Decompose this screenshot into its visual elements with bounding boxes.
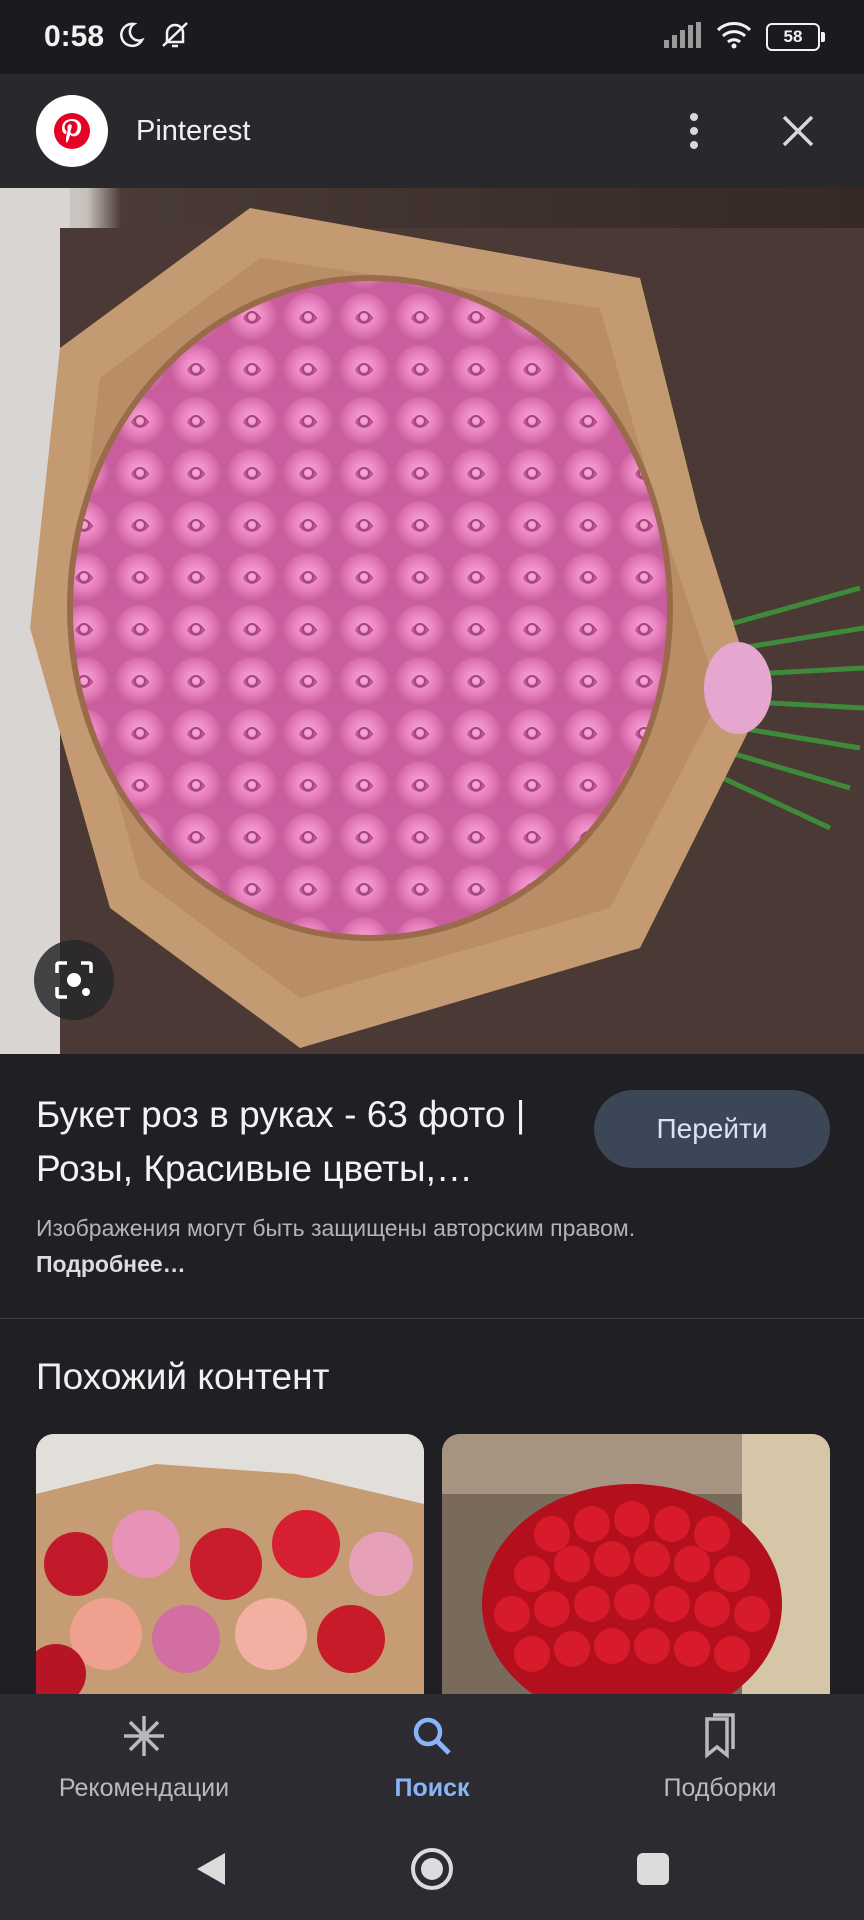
back-icon[interactable]: [193, 1849, 229, 1894]
system-navigation-bar: [0, 1822, 864, 1920]
lens-search-icon[interactable]: [34, 940, 114, 1020]
nav-label-recommendations: Рекомендации: [58, 1774, 230, 1802]
site-name[interactable]: Pinterest: [136, 115, 664, 148]
search-icon: [409, 1713, 455, 1764]
main-image[interactable]: [0, 188, 864, 1054]
copyright-text: Изображения могут быть защищены авторски…: [36, 1215, 636, 1241]
similar-content-title: Похожий контент: [36, 1356, 330, 1397]
source-header: Pinterest: [0, 74, 864, 188]
nav-label-search: Поиск: [394, 1774, 470, 1802]
more-vert-icon[interactable]: [664, 101, 724, 161]
nav-recommendations[interactable]: Рекомендации: [0, 1694, 288, 1822]
result-title[interactable]: Букет роз в руках - 63 фото | Розы, Крас…: [36, 1088, 576, 1196]
pinterest-logo-icon[interactable]: [36, 95, 108, 167]
moon-icon: [116, 20, 146, 55]
battery-icon: 58: [766, 23, 825, 51]
recents-icon[interactable]: [635, 1851, 671, 1892]
nav-search[interactable]: Поиск: [288, 1694, 576, 1822]
asterisk-icon: [121, 1713, 167, 1764]
wifi-icon: [716, 21, 752, 54]
rose-bouquet-image: [0, 188, 864, 1054]
more-link[interactable]: Подробнее…: [36, 1251, 186, 1277]
close-icon[interactable]: [768, 101, 828, 161]
similar-image-2[interactable]: [442, 1434, 830, 1694]
similar-image-1[interactable]: [36, 1434, 424, 1694]
silent-icon: [158, 18, 192, 57]
status-bar: 0:58 58: [0, 0, 864, 74]
collections-icon: [697, 1713, 743, 1764]
bottom-navigation: Рекомендации Поиск Подборки: [0, 1694, 864, 1822]
visit-button[interactable]: Перейти: [594, 1090, 830, 1168]
signal-icon: [662, 21, 702, 53]
home-icon[interactable]: [409, 1846, 455, 1897]
nav-label-collections: Подборки: [663, 1774, 777, 1802]
nav-collections[interactable]: Подборки: [576, 1694, 864, 1822]
divider: [0, 1318, 864, 1319]
status-time: 0:58: [44, 20, 105, 53]
copyright-notice: Изображения могут быть защищены авторски…: [36, 1210, 676, 1282]
